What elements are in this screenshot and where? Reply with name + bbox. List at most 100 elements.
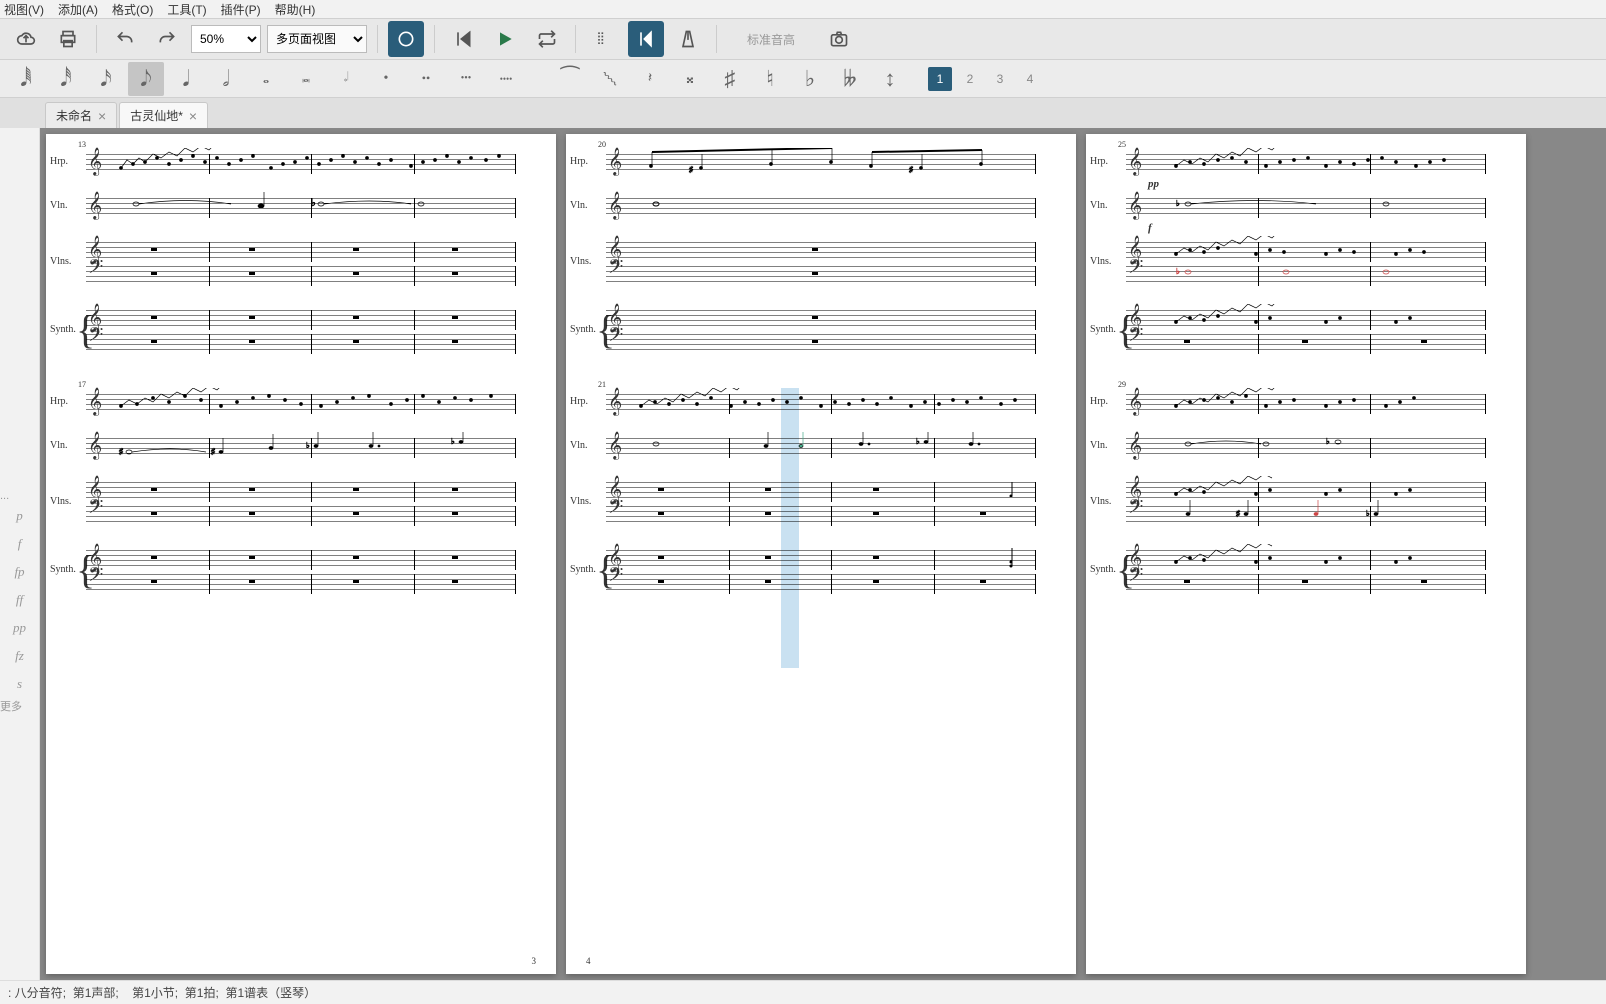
tab-title: 古灵仙地* [130, 107, 183, 124]
8th-note-button[interactable]: 𝅘𝅥𝅮 [128, 62, 164, 96]
dynamic-ff[interactable]: ff [0, 586, 39, 614]
instrument-label-vln: Vln. [1090, 200, 1108, 211]
pan-button[interactable] [628, 21, 664, 57]
document-tabs: 未命名 × 古灵仙地* × [0, 98, 1606, 128]
dynamic-mark-pp: pp [1148, 178, 1159, 190]
voice-2-button[interactable]: 2 [958, 67, 982, 91]
close-icon[interactable]: × [98, 108, 106, 124]
play-button[interactable] [487, 21, 523, 57]
menu-help[interactable]: 帮助(H) [275, 1, 316, 18]
score-page-3: 13 Hrp. 𝄞 Vln. 𝄞 ♭ [46, 134, 556, 974]
instrument-label-synth: Synth. [1090, 564, 1116, 575]
dynamic-f[interactable]: f [0, 530, 39, 558]
voice-4-button[interactable]: 4 [1018, 67, 1042, 91]
voice-3-button[interactable]: 3 [988, 67, 1012, 91]
camera-button[interactable] [821, 21, 857, 57]
status-measure: 第1小节 [132, 984, 175, 1001]
sharp-button[interactable]: ♯ [712, 62, 748, 96]
tab-untitled[interactable]: 未命名 × [45, 102, 117, 128]
view-mode-select[interactable]: 多页面视图 [267, 25, 367, 53]
loop-button[interactable] [529, 21, 565, 57]
menu-format[interactable]: 格式(O) [112, 1, 153, 18]
status-voice: 第1声部 [73, 984, 116, 1001]
instrument-label-vln: Vln. [570, 200, 588, 211]
menu-add[interactable]: 添加(A) [58, 1, 98, 18]
score-page-4: 20 Hrp. 𝄞 ♯♯ Vln. 𝄞 Vlns. 𝄞 𝄢 [566, 134, 1076, 974]
instrument-label-vln: Vln. [570, 440, 588, 451]
status-beat: 第1拍 [185, 984, 216, 1001]
instrument-label-hrp: Hrp. [570, 396, 588, 407]
measure-number: 17 [78, 380, 86, 389]
instrument-label-vlns: Vlns. [50, 256, 71, 267]
tab-gulingxiandi[interactable]: 古灵仙地* × [119, 102, 208, 128]
slur-button[interactable]: 𝆲 [592, 62, 628, 96]
tab-title: 未命名 [56, 107, 92, 124]
instrument-label-synth: Synth. [50, 564, 76, 575]
instrument-label-hrp: Hrp. [50, 156, 68, 167]
page-number: 3 [532, 956, 537, 966]
voice-1-button[interactable]: 1 [928, 67, 952, 91]
palette-more[interactable]: 更多 [0, 695, 22, 719]
redo-button[interactable] [149, 21, 185, 57]
status-note-value: : [8, 986, 15, 1000]
dot-button[interactable]: • [368, 62, 404, 96]
close-icon[interactable]: × [189, 108, 197, 124]
print-button[interactable] [50, 21, 86, 57]
64th-note-button[interactable]: 𝅘𝅥𝅱 [8, 62, 44, 96]
palette-panel: ... p f fp ff pp fz s 更多 [0, 128, 40, 980]
status-note-value: 八分音符 [15, 984, 63, 1001]
score-viewport[interactable]: 13 Hrp. 𝄞 Vln. 𝄞 ♭ [40, 128, 1606, 980]
double-sharp-button[interactable]: 𝄪 [672, 62, 708, 96]
half-note-button[interactable]: 𝅗𝅥 [208, 62, 244, 96]
score-page-5: 25 Hrp. 𝄞 pp Vln. 𝄞 ♭ f Vlns. 𝄞 [1086, 134, 1526, 974]
longa-note-button[interactable]: 𝆹𝅥 [328, 62, 364, 96]
breve-note-button[interactable]: 𝅜 [288, 62, 324, 96]
instrument-label-synth: Synth. [50, 324, 76, 335]
quad-dot-button[interactable]: •••• [488, 62, 524, 96]
instrument-label-vlns: Vlns. [570, 256, 591, 267]
dynamic-fp[interactable]: fp [0, 558, 39, 586]
menu-view[interactable]: 视图(V) [4, 1, 44, 18]
cloud-upload-button[interactable] [8, 21, 44, 57]
dynamic-pp[interactable]: pp [0, 614, 39, 642]
dynamic-mark-f: f [1148, 222, 1152, 234]
instrument-label-vlns: Vlns. [1090, 256, 1111, 267]
measure-number: 25 [1118, 140, 1126, 149]
instrument-label-vln: Vln. [50, 440, 68, 451]
instrument-label-hrp: Hrp. [570, 156, 588, 167]
measure-number: 13 [78, 140, 86, 149]
16th-note-button[interactable]: 𝅘𝅥𝅯 [88, 62, 124, 96]
metronome-button[interactable] [670, 21, 706, 57]
whole-note-button[interactable]: 𝅝 [248, 62, 284, 96]
natural-button[interactable]: ♮ [752, 62, 788, 96]
menu-tools[interactable]: 工具(T) [167, 1, 206, 18]
rewind-button[interactable] [445, 21, 481, 57]
status-instrument: （竖琴） [268, 984, 316, 1001]
instrument-label-vlns: Vlns. [1090, 496, 1111, 507]
flip-button[interactable]: ↕ [872, 62, 908, 96]
undo-button[interactable] [107, 21, 143, 57]
flat-button[interactable]: ♭ [792, 62, 828, 96]
instrument-label-vln: Vln. [1090, 440, 1108, 451]
quarter-note-button[interactable]: 𝅘𝅥 [168, 62, 204, 96]
tie-button[interactable]: ⁀ [552, 62, 588, 96]
measure-number: 21 [598, 380, 606, 389]
instrument-label-hrp: Hrp. [1090, 156, 1108, 167]
page-number: 4 [586, 956, 591, 966]
double-flat-button[interactable]: 𝄫 [832, 62, 868, 96]
statusbar: : 八分音符; 第1声部; 第1小节; 第1拍; 第1谱表 （竖琴） [0, 980, 1606, 1004]
triple-dot-button[interactable]: ••• [448, 62, 484, 96]
zoom-select[interactable]: 50% [191, 25, 261, 53]
32nd-note-button[interactable]: 𝅘𝅥𝅰 [48, 62, 84, 96]
double-dot-button[interactable]: •• [408, 62, 444, 96]
instrument-label-vln: Vln. [50, 200, 68, 211]
dynamic-fz[interactable]: fz [0, 642, 39, 670]
menu-plugins[interactable]: 插件(P) [221, 1, 261, 18]
selection-highlight [781, 388, 799, 668]
note-input-mode-button[interactable] [388, 21, 424, 57]
instrument-label-hrp: Hrp. [1090, 396, 1108, 407]
rest-button[interactable]: 𝄽 [632, 62, 668, 96]
dynamic-s[interactable]: s [0, 670, 39, 698]
repeat-toggle-button[interactable] [586, 21, 622, 57]
instrument-label-synth: Synth. [570, 564, 596, 575]
